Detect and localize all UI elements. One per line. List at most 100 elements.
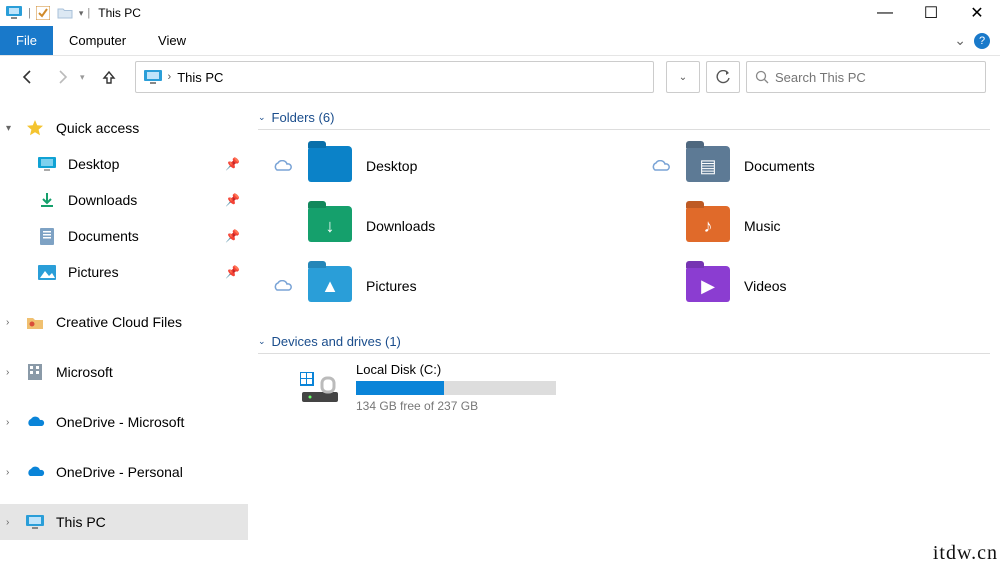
- separator: |: [87, 7, 90, 19]
- folder-label: Music: [744, 218, 781, 234]
- this-pc-icon: [4, 3, 24, 23]
- folder-label: Downloads: [366, 218, 435, 234]
- sidebar-item-label: Quick access: [56, 120, 139, 136]
- folders-section-header[interactable]: ⌄ Folders (6): [258, 110, 990, 130]
- sidebar-item-label: Downloads: [68, 192, 137, 208]
- location-text: This PC: [177, 70, 223, 85]
- folder-item-videos[interactable]: ▶ Videos: [642, 258, 990, 314]
- chevron-right-icon: ›: [168, 71, 172, 83]
- chevron-down-icon[interactable]: ▾: [79, 8, 84, 19]
- sidebar-quick-access[interactable]: ▾ Quick access: [0, 110, 248, 146]
- folder-icon: ▤: [686, 146, 730, 186]
- download-icon: [36, 189, 58, 211]
- folder-item-documents[interactable]: ▤ Documents: [642, 138, 990, 194]
- pictures-icon: [36, 261, 58, 283]
- chevron-right-icon: ›: [6, 367, 20, 378]
- sidebar-item-onedrive-personal[interactable]: › OneDrive - Personal: [0, 454, 248, 490]
- sidebar-item-creative-cloud[interactable]: › Creative Cloud Files: [0, 304, 248, 340]
- cloud-status-icon: [648, 160, 672, 173]
- tab-file[interactable]: File: [0, 26, 53, 55]
- pin-icon: 📌: [225, 265, 240, 279]
- folder-item-downloads[interactable]: ↓ Downloads: [264, 198, 612, 254]
- sidebar-item-desktop[interactable]: Desktop 📌: [0, 146, 248, 182]
- network-icon: [24, 561, 46, 565]
- drives-section-header[interactable]: ⌄ Devices and drives (1): [258, 334, 990, 354]
- tab-view[interactable]: View: [142, 26, 202, 55]
- checkbox-icon[interactable]: [33, 3, 53, 23]
- folder-icon: [308, 146, 352, 186]
- section-title: Folders (6): [272, 110, 335, 125]
- folder-label: Desktop: [366, 158, 417, 174]
- back-button[interactable]: [14, 63, 42, 91]
- sidebar-item-downloads[interactable]: Downloads 📌: [0, 182, 248, 218]
- chevron-right-icon: ›: [6, 517, 20, 528]
- creative-cloud-icon: [24, 311, 46, 333]
- folder-item-pictures[interactable]: ▲ Pictures: [264, 258, 612, 314]
- sidebar-item-this-pc[interactable]: › This PC: [0, 504, 248, 540]
- maximize-button[interactable]: ☐: [908, 0, 954, 26]
- up-button[interactable]: [95, 63, 123, 91]
- folder-label: Videos: [744, 278, 787, 294]
- sidebar-item-microsoft[interactable]: › Microsoft: [0, 354, 248, 390]
- onedrive-icon: [24, 461, 46, 483]
- expand-ribbon-icon[interactable]: ⌄: [954, 32, 966, 49]
- folder-icon: ▲: [308, 266, 352, 306]
- star-icon: [24, 117, 46, 139]
- watermark-text: itdw.cn: [933, 543, 998, 563]
- separator: |: [28, 7, 31, 19]
- pin-icon: 📌: [225, 193, 240, 207]
- sidebar-item-network[interactable]: › Network: [0, 554, 248, 565]
- search-icon: [755, 70, 769, 84]
- pin-icon: 📌: [225, 229, 240, 243]
- window-title: This PC: [98, 6, 141, 20]
- drive-name: Local Disk (C:): [356, 362, 556, 377]
- forward-button[interactable]: [48, 63, 76, 91]
- chevron-down-icon: ⌄: [258, 112, 266, 123]
- drive-icon: [298, 370, 342, 406]
- minimize-button[interactable]: —: [862, 0, 908, 26]
- sidebar-item-documents[interactable]: Documents 📌: [0, 218, 248, 254]
- search-input[interactable]: [775, 70, 977, 85]
- sidebar-item-label: Microsoft: [56, 364, 113, 380]
- tab-computer[interactable]: Computer: [53, 26, 142, 55]
- ribbon-tabs: File Computer View ⌄ ?: [0, 26, 1000, 56]
- sidebar-item-label: OneDrive - Microsoft: [56, 414, 184, 430]
- refresh-button[interactable]: [706, 61, 740, 93]
- address-bar[interactable]: › This PC: [135, 61, 654, 93]
- folder-label: Documents: [744, 158, 815, 174]
- sidebar-item-label: Creative Cloud Files: [56, 314, 182, 330]
- address-dropdown-button[interactable]: ⌄: [666, 61, 700, 93]
- close-button[interactable]: ✕: [954, 0, 1000, 26]
- folder-item-desktop[interactable]: Desktop: [264, 138, 612, 194]
- desktop-icon: [36, 153, 58, 175]
- sidebar-item-label: Documents: [68, 228, 139, 244]
- drive-item[interactable]: Local Disk (C:) 134 GB free of 237 GB: [258, 362, 990, 413]
- this-pc-icon: [24, 511, 46, 533]
- navigation-pane: ▾ Quick access Desktop 📌 Downloads 📌 Doc…: [0, 98, 248, 565]
- help-icon[interactable]: ?: [974, 33, 990, 49]
- drive-usage-bar: [356, 381, 556, 395]
- this-pc-icon: [144, 70, 162, 85]
- sidebar-item-pictures[interactable]: Pictures 📌: [0, 254, 248, 290]
- search-box[interactable]: [746, 61, 986, 93]
- section-title: Devices and drives (1): [272, 334, 401, 349]
- content-pane: ⌄ Folders (6) Desktop ▤ Documents ↓ Download…: [248, 98, 1000, 565]
- folder-label: Pictures: [366, 278, 417, 294]
- pin-icon: 📌: [225, 157, 240, 171]
- onedrive-icon: [24, 411, 46, 433]
- folder-icon: ↓: [308, 206, 352, 246]
- sidebar-item-onedrive-ms[interactable]: › OneDrive - Microsoft: [0, 404, 248, 440]
- chevron-down-icon: ⌄: [258, 336, 266, 347]
- chevron-right-icon: ›: [6, 317, 20, 328]
- history-dropdown-icon[interactable]: ▾: [80, 72, 85, 83]
- folder-dropdown-icon[interactable]: [55, 3, 75, 23]
- folder-item-music[interactable]: ♪Music: [642, 198, 990, 254]
- chevron-right-icon: ›: [6, 467, 20, 478]
- sidebar-item-label: OneDrive - Personal: [56, 464, 183, 480]
- title-bar: | ▾ | This PC — ☐ ✕: [0, 0, 1000, 26]
- folder-icon: ▶: [686, 266, 730, 306]
- building-icon: [24, 361, 46, 383]
- chevron-right-icon: ›: [6, 417, 20, 428]
- sidebar-item-label: Desktop: [68, 156, 119, 172]
- document-icon: [36, 225, 58, 247]
